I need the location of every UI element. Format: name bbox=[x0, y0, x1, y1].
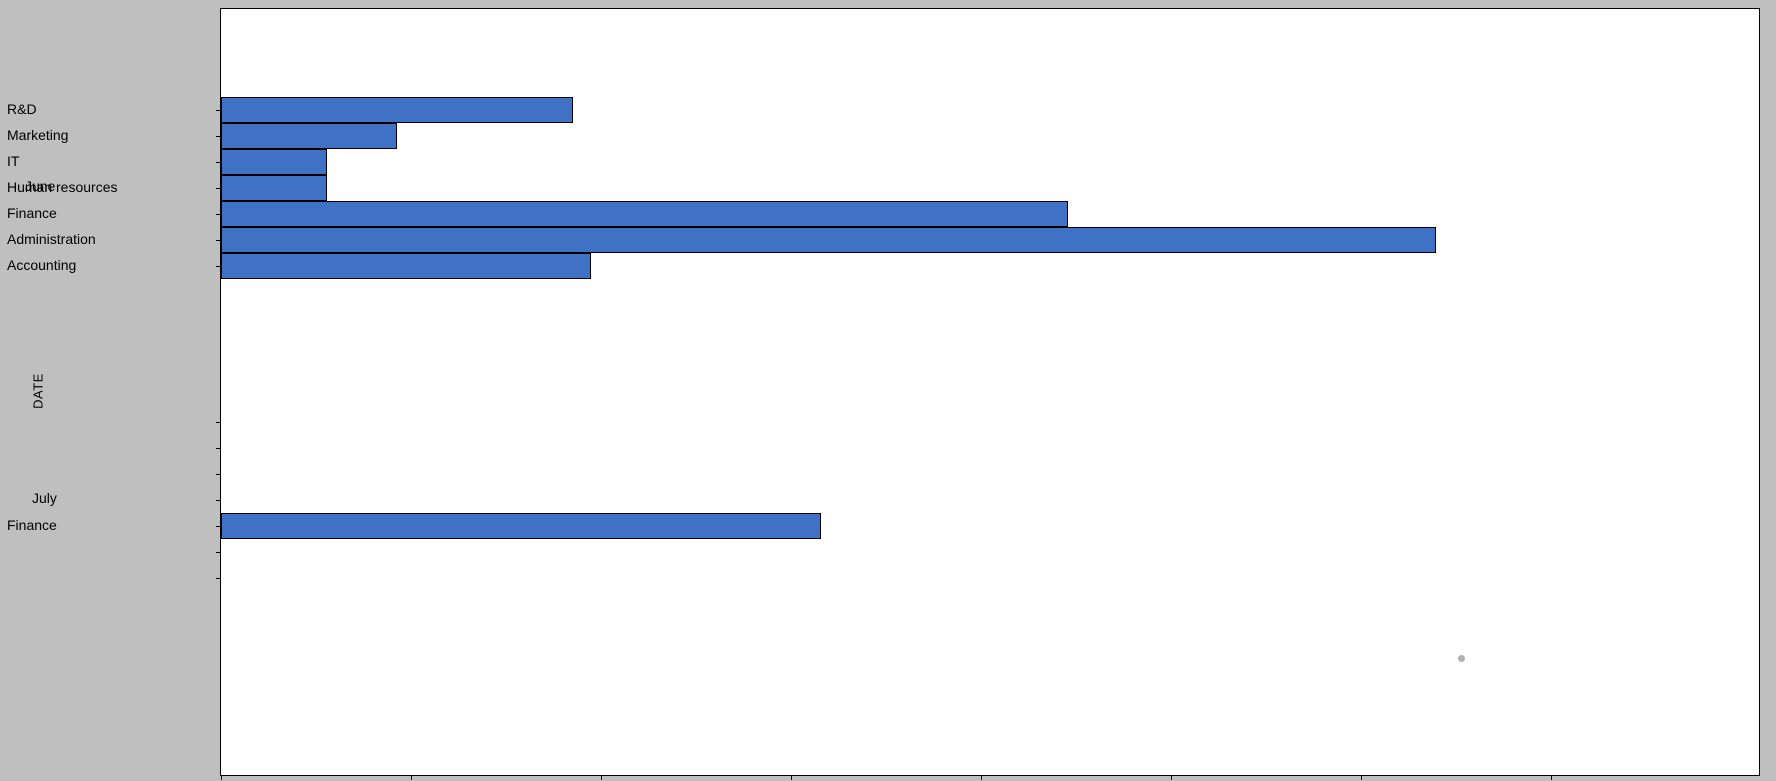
bar-june-hr bbox=[221, 175, 327, 201]
y-axis-labels: June R&D Marketing IT Human resources Fi… bbox=[0, 8, 220, 776]
y-tick bbox=[216, 214, 221, 215]
y-tick bbox=[216, 578, 221, 579]
bar-june-it bbox=[221, 149, 327, 175]
y-tick bbox=[216, 162, 221, 163]
bar-june-rd bbox=[221, 97, 573, 123]
y-tick bbox=[216, 136, 221, 137]
y-tick bbox=[216, 448, 221, 449]
y-tick bbox=[216, 422, 221, 423]
bar-june-acct bbox=[221, 253, 591, 279]
bar-june-marketing bbox=[221, 123, 397, 149]
y-tick bbox=[216, 552, 221, 553]
y-tick bbox=[216, 474, 221, 475]
bar-june-finance bbox=[221, 201, 1068, 227]
x-tick bbox=[1361, 775, 1362, 780]
cat-label-finance: Finance bbox=[7, 205, 220, 221]
y-tick bbox=[216, 526, 221, 527]
y-tick bbox=[216, 500, 221, 501]
x-tick bbox=[1551, 775, 1552, 780]
cat-label-admin: Administration bbox=[7, 231, 220, 247]
dot-icon bbox=[1458, 655, 1465, 662]
x-tick bbox=[791, 775, 792, 780]
bar-june-admin bbox=[221, 227, 1436, 253]
x-tick bbox=[411, 775, 412, 780]
chart-plot-area bbox=[220, 8, 1760, 776]
y-tick bbox=[216, 110, 221, 111]
x-tick bbox=[1171, 775, 1172, 780]
cat-label-hr: Human resources bbox=[7, 179, 220, 195]
x-tick bbox=[601, 775, 602, 780]
x-tick bbox=[221, 775, 222, 780]
x-tick bbox=[981, 775, 982, 780]
y-tick bbox=[216, 240, 221, 241]
month-label-july: July bbox=[32, 490, 57, 506]
cat-label-july-finance: Finance bbox=[7, 517, 220, 533]
cat-label-marketing: Marketing bbox=[7, 127, 220, 143]
cat-label-it: IT bbox=[7, 153, 220, 169]
y-tick bbox=[216, 188, 221, 189]
cat-label-acct: Accounting bbox=[7, 257, 220, 273]
cat-label-rd: R&D bbox=[7, 101, 220, 117]
bar-july-finance bbox=[221, 513, 821, 539]
y-tick bbox=[216, 266, 221, 267]
